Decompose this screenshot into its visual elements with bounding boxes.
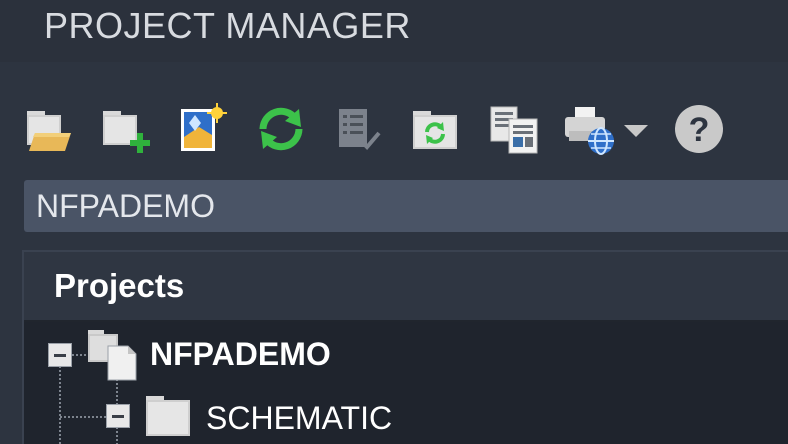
project-select[interactable]: NFPADEMO <box>24 180 788 232</box>
collapse-toggle[interactable] <box>48 343 72 367</box>
project-icon <box>88 330 137 381</box>
tree-header[interactable]: Projects <box>24 252 788 322</box>
collapse-toggle[interactable] <box>106 404 130 428</box>
tree-item-label: NFPADEMO <box>150 336 331 372</box>
publish-plot-icon <box>565 107 614 155</box>
open-project-button[interactable] <box>20 100 78 158</box>
project-tasks-icon <box>339 109 381 150</box>
new-drawing-button[interactable] <box>174 100 232 158</box>
new-project-icon <box>103 111 150 153</box>
title-bar: PROJECT MANAGER <box>0 0 788 62</box>
dropdown-arrow-icon <box>624 125 648 137</box>
tree-connector-line <box>60 416 106 418</box>
publish-plot-button[interactable] <box>560 100 618 158</box>
refresh-button[interactable] <box>252 100 310 158</box>
tree-header-label: Projects <box>54 267 185 304</box>
title-block-update-icon <box>490 106 538 154</box>
title-block-update-button[interactable] <box>486 100 544 158</box>
open-project-icon <box>27 111 71 151</box>
toolbar: ? <box>20 100 780 160</box>
tree-connector-line <box>72 354 86 356</box>
tree-connector-line <box>59 358 61 444</box>
project-select-value: NFPADEMO <box>36 188 215 224</box>
tree-item-label: SCHEMATIC <box>206 400 393 436</box>
update-retag-button[interactable] <box>408 100 466 158</box>
project-tree: NFPADEMO SCHEMATIC <box>24 322 788 444</box>
project-tree-panel: Projects NFPADEMO SCHEMATIC <box>22 250 788 444</box>
project-tasks-button[interactable] <box>330 100 388 158</box>
refresh-icon <box>259 107 303 151</box>
folder-icon <box>146 396 190 436</box>
project-manager-window: PROJECT MANAGER ? NFPADEMO Projects NFPA… <box>0 0 788 444</box>
window-title: PROJECT MANAGER <box>44 5 411 46</box>
update-retag-icon <box>413 111 457 149</box>
svg-text:?: ? <box>689 111 710 149</box>
publish-dropdown-button[interactable] <box>618 100 654 158</box>
new-drawing-icon <box>181 103 227 151</box>
new-project-button[interactable] <box>98 100 156 158</box>
help-button[interactable]: ? <box>670 100 728 158</box>
help-icon: ? <box>675 105 723 153</box>
